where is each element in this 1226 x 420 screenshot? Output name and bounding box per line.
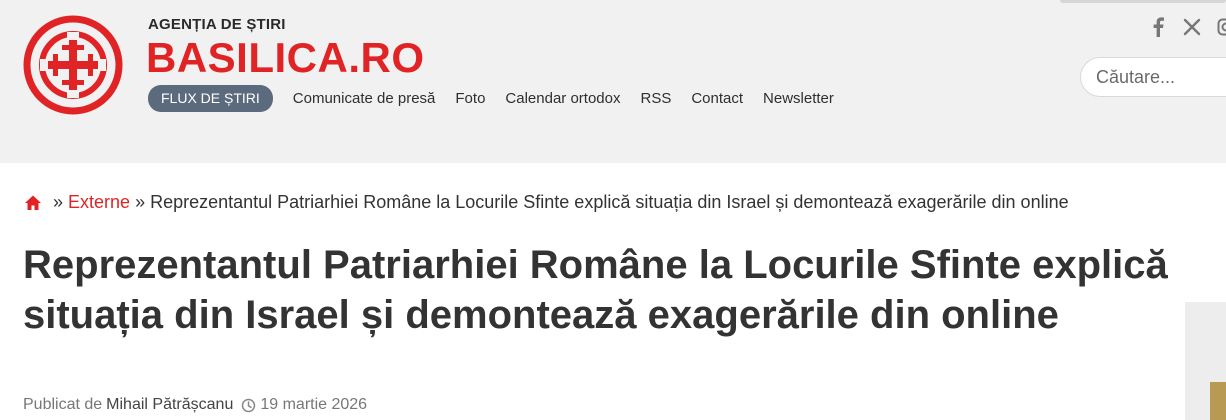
nav-item-newsletter[interactable]: Newsletter (763, 90, 834, 107)
nav-item-foto[interactable]: Foto (455, 90, 485, 107)
nav-item-rss[interactable]: RSS (640, 90, 671, 107)
author-link[interactable]: Mihail Pătrășcanu (106, 396, 233, 414)
article-meta: Publicat de Mihail Pătrășcanu 19 martie … (23, 396, 367, 414)
clock-icon (241, 398, 256, 413)
nav-item-comunicate[interactable]: Comunicate de presă (293, 90, 436, 107)
published-prefix: Publicat de (23, 396, 103, 413)
publish-date: 19 martie 2026 (260, 396, 368, 413)
article-title: Reprezentantul Patriarhiei Române la Loc… (23, 243, 1168, 337)
sidebar-image-edge (1210, 382, 1226, 420)
social-links (1148, 16, 1226, 38)
breadcrumb: » Externe » Reprezentantul Patriarhiei R… (24, 192, 1069, 213)
site-brand[interactable]: BASILICA.RO (146, 34, 425, 82)
basilica-logo-icon[interactable] (22, 14, 124, 116)
facebook-icon[interactable] (1148, 16, 1168, 38)
home-icon[interactable] (24, 194, 42, 212)
breadcrumb-section-link[interactable]: Externe (68, 192, 130, 213)
nav-item-calendar[interactable]: Calendar ortodox (505, 90, 620, 107)
instagram-icon[interactable] (1216, 16, 1226, 38)
breadcrumb-separator: » (135, 192, 146, 212)
nav-item-flux-de-stiri[interactable]: FLUX DE ȘTIRI (148, 85, 273, 112)
breadcrumb-current: Reprezentantul Patriarhiei Române la Loc… (150, 192, 1069, 212)
search-input[interactable] (1096, 66, 1226, 88)
site-header: AGENȚIA DE ȘTIRI BASILICA.RO FLUX DE ȘTI… (0, 0, 1226, 163)
search-box (1080, 57, 1226, 97)
main-nav: FLUX DE ȘTIRI Comunicate de presă Foto C… (148, 85, 854, 112)
breadcrumb-separator: » (53, 192, 64, 212)
nav-item-contact[interactable]: Contact (691, 90, 743, 107)
x-icon[interactable] (1182, 16, 1202, 38)
top-bar-edge (1060, 0, 1226, 3)
site-tagline: AGENȚIA DE ȘTIRI (148, 16, 286, 33)
